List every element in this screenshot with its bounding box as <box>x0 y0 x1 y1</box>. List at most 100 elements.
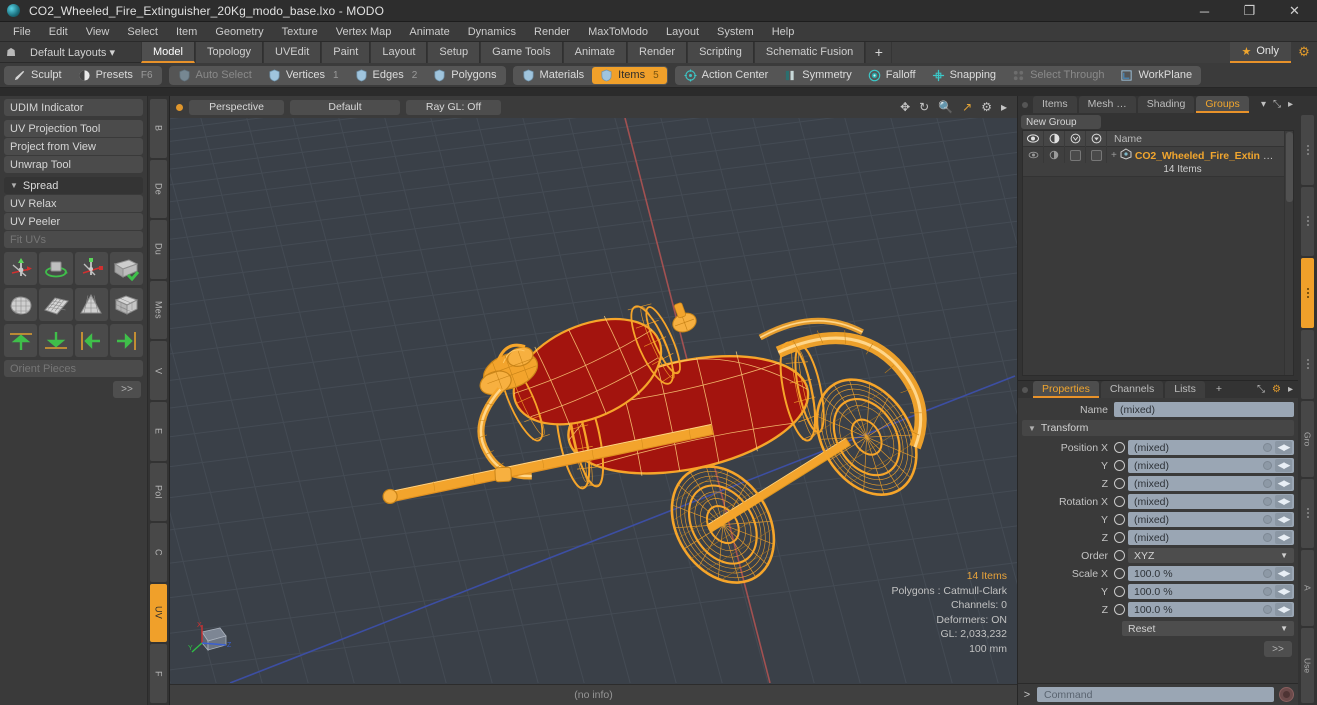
align-down-icon[interactable] <box>39 324 73 357</box>
tool-spread[interactable]: ▼ Spread <box>4 177 143 194</box>
vertical-tab-c[interactable]: C <box>150 523 167 582</box>
property-value-input[interactable]: (mixed) ◀▶ <box>1128 512 1294 527</box>
viewport-view-mode-button[interactable]: Perspective <box>189 99 284 115</box>
align-up-icon[interactable] <box>4 324 38 357</box>
right-strip-handle-2[interactable] <box>1301 258 1314 328</box>
vertical-tab-uv[interactable]: UV <box>150 583 167 643</box>
mode-button-edges[interactable]: Edges 2 <box>347 67 426 84</box>
property-knob[interactable] <box>1263 515 1272 524</box>
move-uv-icon[interactable] <box>4 252 38 285</box>
new-group-button[interactable]: New Group <box>1021 115 1101 129</box>
property-value-input[interactable]: 100.0 % ◀▶ <box>1128 566 1294 581</box>
property-stepper[interactable]: ◀▶ <box>1275 495 1292 508</box>
menu-item-dynamics[interactable]: Dynamics <box>459 22 525 42</box>
menu-item-animate[interactable]: Animate <box>400 22 458 42</box>
menu-item-item[interactable]: Item <box>167 22 206 42</box>
property-keyframe-toggle[interactable] <box>1114 604 1125 615</box>
transform-section-header[interactable]: ▼ Transform <box>1022 420 1294 436</box>
viewport-raygl-button[interactable]: Ray GL: Off <box>406 99 501 115</box>
uv-cone-icon[interactable] <box>74 288 108 321</box>
vertical-tab-b[interactable]: B <box>150 99 167 158</box>
gear-icon[interactable]: ⚙ <box>1272 384 1281 395</box>
row-select-checkbox[interactable] <box>1086 147 1107 163</box>
group-list[interactable]: Name + CO2_Wheeled_Fire_Extin … 14 Items <box>1022 130 1294 376</box>
left-panel-expand-button[interactable]: >> <box>113 381 141 398</box>
property-keyframe-toggle[interactable] <box>1114 496 1125 507</box>
panel-tab-properties[interactable]: Properties <box>1033 381 1099 398</box>
group-row-name-cell[interactable]: + CO2_Wheeled_Fire_Extin … 14 Items <box>1107 147 1284 175</box>
property-knob[interactable] <box>1263 605 1272 614</box>
add-properties-tab-button[interactable]: + <box>1207 381 1231 398</box>
row-visibility-toggle[interactable] <box>1023 147 1044 163</box>
vertical-tab-e[interactable]: E <box>150 401 167 461</box>
viewport-menu-icon[interactable]: ▸ <box>1001 101 1007 113</box>
only-toggle-button[interactable]: ★ Only <box>1229 41 1291 63</box>
property-knob[interactable] <box>1263 461 1272 470</box>
menu-item-edit[interactable]: Edit <box>40 22 77 42</box>
gear-icon[interactable]: ⚙ <box>1291 41 1317 63</box>
vertical-tab-pol[interactable]: Pol <box>150 462 167 522</box>
property-value-input[interactable]: (mixed) ◀▶ <box>1128 458 1294 473</box>
command-input[interactable]: Command <box>1037 687 1274 702</box>
right-strip-handle-5[interactable] <box>1301 478 1314 548</box>
viewport-shading-button[interactable]: Default <box>290 99 400 115</box>
layout-tab-uvedit[interactable]: UVEdit <box>263 41 322 63</box>
right-strip-handle-3[interactable] <box>1301 329 1314 399</box>
uv-sphere-icon[interactable] <box>4 288 38 321</box>
mode-button-items[interactable]: Items 5 <box>592 66 667 84</box>
mode-button-polygons[interactable]: Polygons <box>425 67 504 84</box>
layout-tab-scripting[interactable]: Scripting <box>687 41 754 63</box>
row-render-toggle[interactable] <box>1044 147 1065 163</box>
reset-dropdown[interactable]: Reset ▼ <box>1122 621 1294 636</box>
panel-tab-mesh[interactable]: Mesh … <box>1078 96 1136 113</box>
layout-tab-paint[interactable]: Paint <box>321 41 371 63</box>
property-knob[interactable] <box>1263 569 1272 578</box>
move-view-icon[interactable]: ✥ <box>900 101 910 113</box>
mode-button-auto-select[interactable]: Auto Select <box>170 67 260 84</box>
orient-pieces-button[interactable]: Orient Pieces <box>4 360 143 377</box>
mode-button-falloff[interactable]: Falloff <box>860 67 924 84</box>
property-value-input[interactable]: (mixed) ◀▶ <box>1128 530 1294 545</box>
property-keyframe-toggle[interactable] <box>1114 442 1125 453</box>
property-keyframe-toggle[interactable] <box>1114 568 1125 579</box>
menu-item-layout[interactable]: Layout <box>657 22 708 42</box>
vertical-tab-v[interactable]: V <box>150 341 167 400</box>
property-stepper[interactable]: ◀▶ <box>1275 513 1292 526</box>
select-icon[interactable] <box>1086 130 1107 147</box>
right-strip-handle-1[interactable] <box>1301 186 1314 256</box>
property-stepper[interactable]: ◀▶ <box>1275 459 1292 472</box>
group-list-empty-area[interactable] <box>1023 177 1284 375</box>
menu-item-system[interactable]: System <box>708 22 763 42</box>
property-value-input[interactable]: 100.0 % ◀▶ <box>1128 584 1294 599</box>
property-value-input[interactable]: (mixed) ◀▶ <box>1128 476 1294 491</box>
property-keyframe-toggle[interactable] <box>1114 478 1125 489</box>
panel-menu-icon[interactable]: ▸ <box>1288 99 1293 110</box>
right-strip-tab-use[interactable]: Use <box>1301 627 1314 703</box>
lock-icon[interactable] <box>1065 130 1086 147</box>
layout-tab-setup[interactable]: Setup <box>427 41 481 63</box>
property-knob[interactable] <box>1263 443 1272 452</box>
align-right-icon[interactable] <box>109 324 143 357</box>
flip-uv-icon[interactable] <box>109 252 143 285</box>
property-keyframe-toggle[interactable] <box>1114 550 1125 561</box>
layout-tab-schematic-fusion[interactable]: Schematic Fusion <box>753 41 866 63</box>
mode-button-presets[interactable]: Presets F6 <box>70 67 161 84</box>
chevron-down-icon[interactable]: ▾ <box>1261 99 1266 110</box>
right-strip-tab-gro[interactable]: Gro <box>1301 401 1314 477</box>
close-button[interactable]: ✕ <box>1272 0 1317 22</box>
vertical-tab-du[interactable]: Du <box>150 220 167 279</box>
right-strip-tab-a[interactable]: A <box>1301 550 1314 626</box>
property-keyframe-toggle[interactable] <box>1114 532 1125 543</box>
rotate-uv-icon[interactable] <box>39 252 73 285</box>
expand-panel-icon[interactable]: ⤡ <box>1273 99 1281 110</box>
uv-grid-icon[interactable] <box>39 288 73 321</box>
panel-menu-icon[interactable]: ▸ <box>1288 384 1293 395</box>
tool-uv-relax[interactable]: UV Relax <box>4 195 143 212</box>
menu-item-help[interactable]: Help <box>763 22 804 42</box>
uv-cube-icon[interactable] <box>109 288 143 321</box>
panel-tab-lists[interactable]: Lists <box>1165 381 1205 398</box>
right-strip-handle-0[interactable] <box>1301 115 1314 185</box>
property-value-input[interactable]: 100.0 % ◀▶ <box>1128 602 1294 617</box>
menu-item-select[interactable]: Select <box>118 22 167 42</box>
layout-presets-dropdown[interactable]: Default Layouts ▾ <box>22 46 123 59</box>
